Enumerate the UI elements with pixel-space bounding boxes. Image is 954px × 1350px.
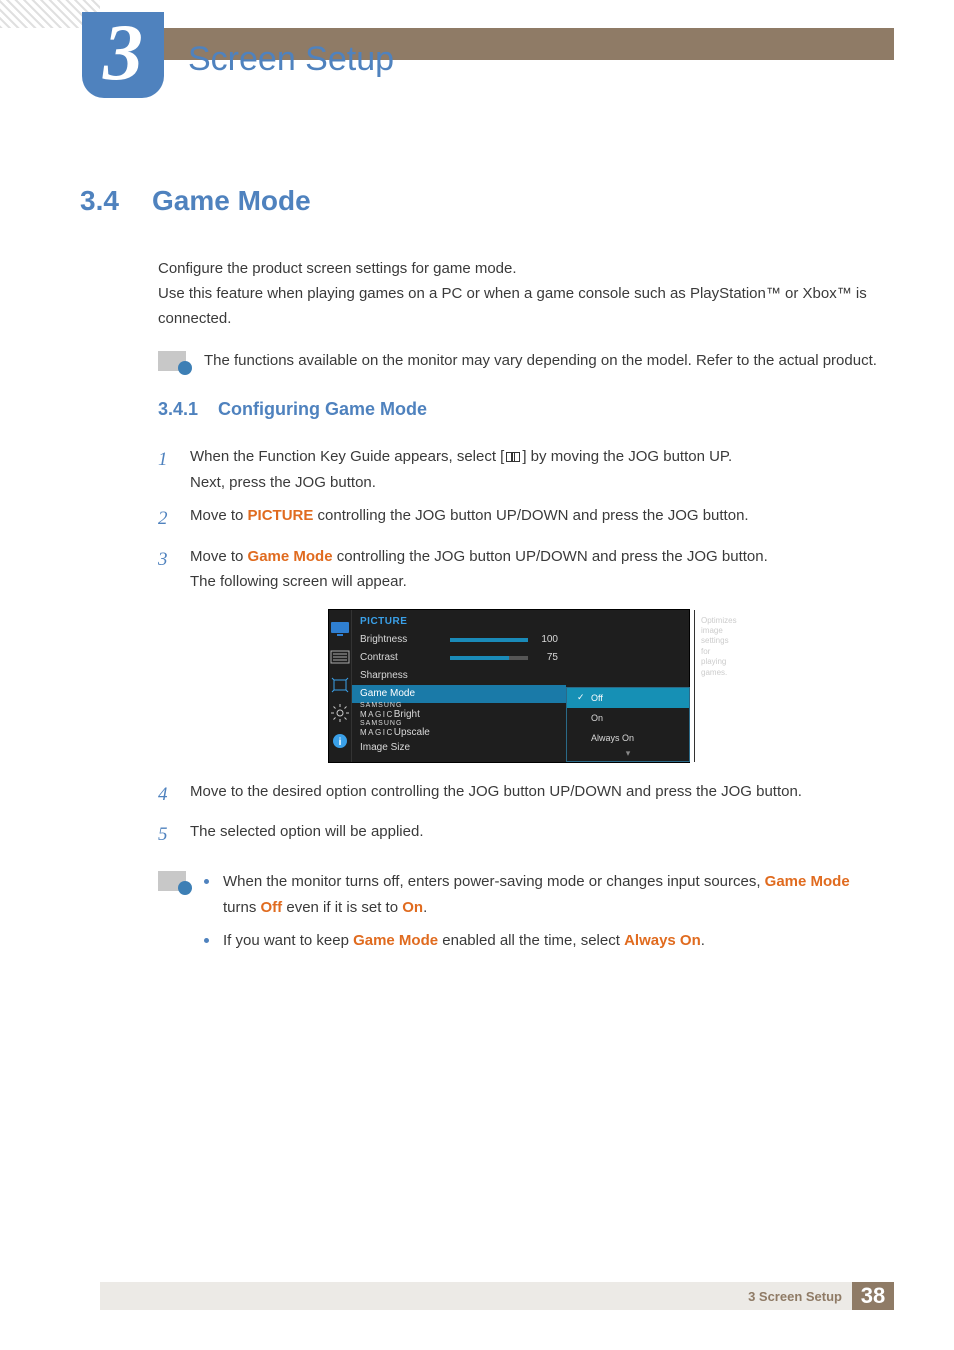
- keyword-on: On: [402, 899, 423, 916]
- step-4-text: Move to the desired option controlling t…: [190, 779, 884, 811]
- keyword-game-mode: Game Mode: [765, 873, 850, 890]
- step-3-text-b: controlling the JOG button UP/DOWN and p…: [333, 548, 768, 565]
- down-arrow-icon: ▾: [567, 748, 689, 761]
- osd-row-sharpness: Sharpness: [352, 667, 566, 685]
- step-number: 3: [158, 544, 190, 595]
- keyword-picture: PICTURE: [248, 507, 314, 524]
- step-4: 4 Move to the desired option controlling…: [158, 779, 884, 811]
- step-number: 2: [158, 503, 190, 535]
- step-3: 3 Move to Game Mode controlling the JOG …: [158, 544, 884, 595]
- osd-value: 100: [534, 634, 558, 645]
- step-number: 1: [158, 444, 190, 495]
- step-1-text-a: When the Function Key Guide appears, sel…: [190, 448, 504, 465]
- note-block-2: When the monitor turns off, enters power…: [158, 869, 884, 962]
- step-number: 5: [158, 819, 190, 851]
- chapter-number-box: 3: [82, 12, 164, 98]
- osd-help-text: Optimizes image settings for playing gam…: [695, 610, 743, 762]
- osd-sidebar-icons: i: [329, 610, 351, 762]
- bullet-icon: [204, 879, 209, 884]
- step-3-text-c: The following screen will appear.: [190, 573, 407, 590]
- osd-row-magic-upscale: SAMSUNGMAGICUpscale: [352, 721, 566, 739]
- osd-options-popup: ✓Off On Always On ▾: [566, 687, 690, 762]
- keyword-off: Off: [261, 899, 283, 916]
- osd-option-off: ✓Off: [567, 688, 689, 708]
- step-5-text: The selected option will be applied.: [190, 819, 884, 851]
- osd-label: SAMSUNGMAGICUpscale: [360, 721, 450, 738]
- step-3-text-a: Move to: [190, 548, 248, 565]
- subsection-number: 3.4.1: [158, 399, 218, 420]
- step-number: 4: [158, 779, 190, 811]
- step-2-text-b: controlling the JOG button UP/DOWN and p…: [313, 507, 748, 524]
- page-footer: 3 Screen Setup 38: [100, 1282, 894, 1310]
- subsection-heading: 3.4.1Configuring Game Mode: [158, 399, 884, 420]
- svg-text:i: i: [339, 737, 342, 748]
- subsection-title: Configuring Game Mode: [218, 399, 427, 419]
- step-1-text-c: Next, press the JOG button.: [190, 474, 376, 491]
- keyword-game-mode: Game Mode: [353, 932, 438, 949]
- intro-paragraph-2: Use this feature when playing games on a…: [158, 282, 884, 332]
- gear-icon: [329, 704, 351, 722]
- section-heading: 3.4Game Mode: [80, 185, 884, 217]
- osd-label: Game Mode: [360, 688, 450, 699]
- step-1: 1 When the Function Key Guide appears, s…: [158, 444, 884, 495]
- osd-row-image-size: Image Size: [352, 739, 566, 757]
- step-2-text-a: Move to: [190, 507, 248, 524]
- menu-icon: [506, 452, 520, 462]
- osd-value: 75: [534, 652, 558, 663]
- bullet-icon: [204, 938, 209, 943]
- monitor-icon: [329, 620, 351, 638]
- list-icon: [329, 648, 351, 666]
- osd-label: Contrast: [360, 652, 450, 663]
- step-5: 5 The selected option will be applied.: [158, 819, 884, 851]
- osd-label: SAMSUNGMAGICBright: [360, 703, 450, 720]
- osd-row-brightness: Brightness 100: [352, 631, 566, 649]
- intro-paragraph-1: Configure the product screen settings fo…: [158, 257, 884, 282]
- osd-label: Brightness: [360, 634, 450, 645]
- step-2: 2 Move to PICTURE controlling the JOG bu…: [158, 503, 884, 535]
- note-icon: [158, 871, 186, 891]
- osd-row-contrast: Contrast 75: [352, 649, 566, 667]
- section-number: 3.4: [80, 185, 152, 217]
- step-1-text-b: ] by moving the JOG button UP.: [522, 448, 732, 465]
- osd-option-on: On: [567, 708, 689, 728]
- note2-bullet-1: When the monitor turns off, enters power…: [204, 869, 884, 920]
- osd-row-game-mode: Game Mode: [352, 685, 566, 703]
- osd-label: Image Size: [360, 742, 450, 753]
- section-title: Game Mode: [152, 185, 311, 216]
- resize-icon: [329, 676, 351, 694]
- note-text-1: The functions available on the monitor m…: [204, 349, 877, 373]
- note2-bullet-2: If you want to keep Game Mode enabled al…: [204, 928, 884, 954]
- footer-page-number: 38: [852, 1282, 894, 1310]
- osd-option-always-on: Always On: [567, 728, 689, 748]
- osd-header: PICTURE: [352, 610, 694, 631]
- osd-screenshot: i PICTURE Brightness 100 Contrast 75: [328, 609, 690, 763]
- info-icon: i: [329, 732, 351, 750]
- chapter-title: Screen Setup: [188, 40, 394, 79]
- osd-label: Sharpness: [360, 670, 450, 681]
- note-icon: [158, 351, 186, 371]
- footer-label: 3 Screen Setup: [748, 1289, 842, 1304]
- keyword-game-mode: Game Mode: [248, 548, 333, 565]
- osd-row-magic-bright: SAMSUNGMAGICBright: [352, 703, 566, 721]
- note-block-1: The functions available on the monitor m…: [158, 349, 884, 373]
- keyword-always-on: Always On: [624, 932, 701, 949]
